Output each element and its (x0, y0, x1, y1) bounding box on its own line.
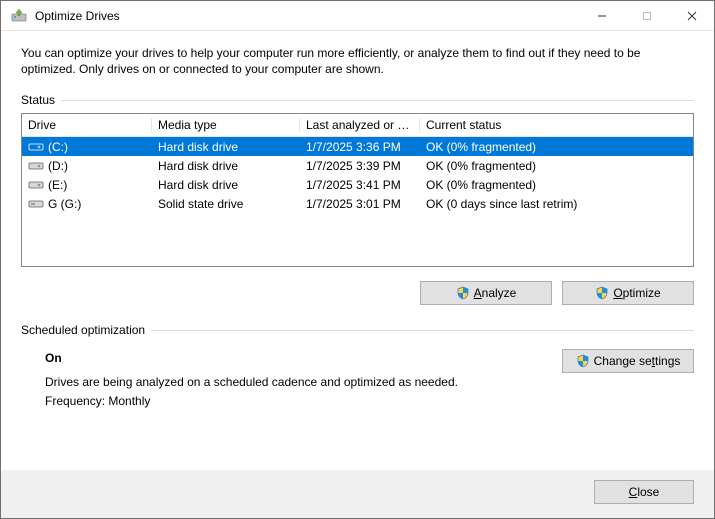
analyze-button[interactable]: Analyze (420, 281, 552, 305)
media-type-cell: Solid state drive (152, 197, 300, 211)
shield-icon (595, 286, 609, 300)
schedule-desc: Drives are being analyzed on a scheduled… (45, 373, 562, 392)
drive-icon (28, 198, 44, 210)
drives-list-header[interactable]: Drive Media type Last analyzed or o... C… (22, 114, 693, 137)
status-section-header: Status (21, 93, 694, 107)
maximize-button[interactable] (624, 1, 669, 31)
window-title: Optimize Drives (35, 9, 579, 23)
drive-name-cell: (C:) (22, 140, 152, 154)
last-analyzed-cell: 1/7/2025 3:36 PM (300, 140, 420, 154)
last-analyzed-cell: 1/7/2025 3:39 PM (300, 159, 420, 173)
column-header-status[interactable]: Current status (420, 118, 693, 132)
column-header-media[interactable]: Media type (152, 118, 300, 132)
drive-name-cell: G (G:) (22, 197, 152, 211)
current-status-cell: OK (0% fragmented) (420, 140, 693, 154)
schedule-block: On Drives are being analyzed on a schedu… (21, 349, 694, 411)
divider (61, 100, 694, 101)
current-status-cell: OK (0% fragmented) (420, 178, 693, 192)
drives-list[interactable]: Drive Media type Last analyzed or o... C… (21, 113, 694, 267)
table-row[interactable]: (E:) Hard disk drive 1/7/2025 3:41 PM OK… (22, 175, 693, 194)
media-type-cell: Hard disk drive (152, 159, 300, 173)
media-type-cell: Hard disk drive (152, 140, 300, 154)
table-row[interactable]: (C:) Hard disk drive 1/7/2025 3:36 PM OK… (22, 137, 693, 156)
content-area: You can optimize your drives to help you… (1, 31, 714, 470)
schedule-freq: Frequency: Monthly (45, 392, 562, 411)
optimize-drives-window: Optimize Drives You can optimize your dr… (0, 0, 715, 519)
optimize-button[interactable]: Optimize (562, 281, 694, 305)
drive-name-cell: (D:) (22, 159, 152, 173)
drive-name-cell: (E:) (22, 178, 152, 192)
minimize-button[interactable] (579, 1, 624, 31)
shield-icon (576, 354, 590, 368)
drive-name: (D:) (48, 159, 68, 173)
drives-list-body: (C:) Hard disk drive 1/7/2025 3:36 PM OK… (22, 137, 693, 213)
optimize-label: Optimize (613, 286, 660, 300)
drive-name: G (G:) (48, 197, 81, 211)
table-row[interactable]: G (G:) Solid state drive 1/7/2025 3:01 P… (22, 194, 693, 213)
last-analyzed-cell: 1/7/2025 3:41 PM (300, 178, 420, 192)
last-analyzed-cell: 1/7/2025 3:01 PM (300, 197, 420, 211)
current-status-cell: OK (0 days since last retrim) (420, 197, 693, 211)
action-buttons-row: Analyze Optimize (21, 281, 694, 305)
titlebar: Optimize Drives (1, 1, 714, 31)
close-window-button[interactable] (669, 1, 714, 31)
footer: Close (1, 470, 714, 518)
change-settings-label: Change settings (594, 354, 681, 368)
current-status-cell: OK (0% fragmented) (420, 159, 693, 173)
drive-name: (C:) (48, 140, 68, 154)
close-button[interactable]: Close (594, 480, 694, 504)
app-icon (11, 8, 27, 24)
analyze-label: Analyze (474, 286, 517, 300)
drive-name: (E:) (48, 178, 67, 192)
schedule-button-col: Change settings (562, 349, 694, 411)
table-row[interactable]: (D:) Hard disk drive 1/7/2025 3:39 PM OK… (22, 156, 693, 175)
column-header-last[interactable]: Last analyzed or o... (300, 118, 420, 132)
schedule-state: On (45, 349, 562, 368)
change-settings-button[interactable]: Change settings (562, 349, 694, 373)
media-type-cell: Hard disk drive (152, 178, 300, 192)
shield-icon (456, 286, 470, 300)
divider (151, 330, 694, 331)
schedule-section-header: Scheduled optimization (21, 323, 694, 337)
column-header-drive[interactable]: Drive (22, 118, 152, 132)
schedule-text: On Drives are being analyzed on a schedu… (21, 349, 562, 411)
close-label: Close (629, 485, 660, 499)
drive-icon (28, 141, 44, 153)
intro-text: You can optimize your drives to help you… (21, 45, 694, 77)
status-label: Status (21, 93, 55, 107)
drive-icon (28, 179, 44, 191)
schedule-label: Scheduled optimization (21, 323, 145, 337)
drive-icon (28, 160, 44, 172)
